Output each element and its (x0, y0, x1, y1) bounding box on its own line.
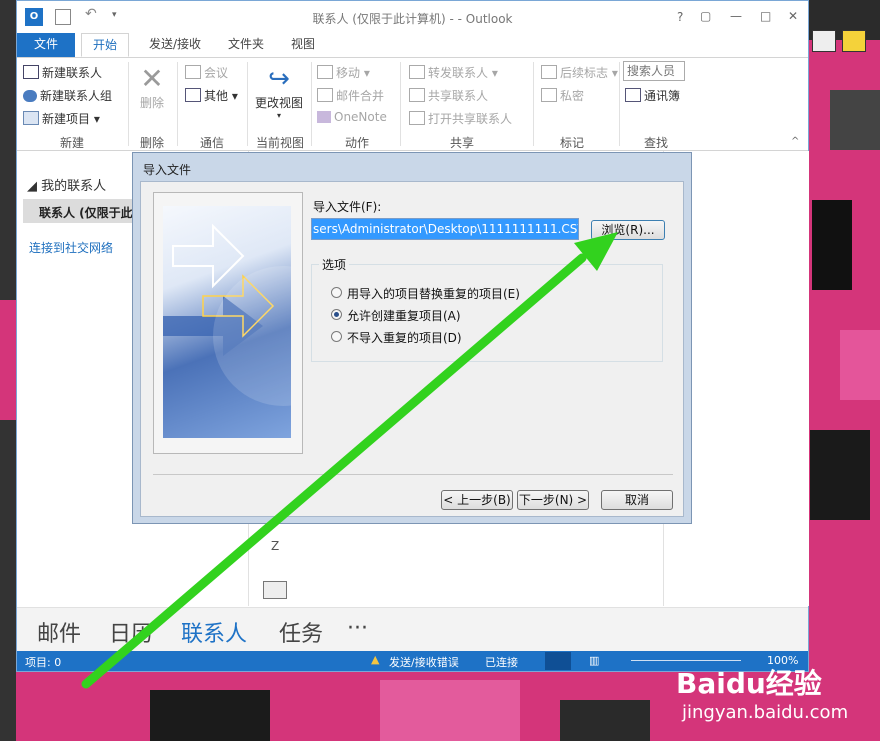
watermark-brand: Baidu经验 (676, 667, 822, 700)
watermark-url: jingyan.baidu.com (682, 702, 849, 723)
annotation-arrow (81, 232, 618, 689)
watermark: Baidu经验 jingyan.baidu.com (676, 648, 876, 738)
